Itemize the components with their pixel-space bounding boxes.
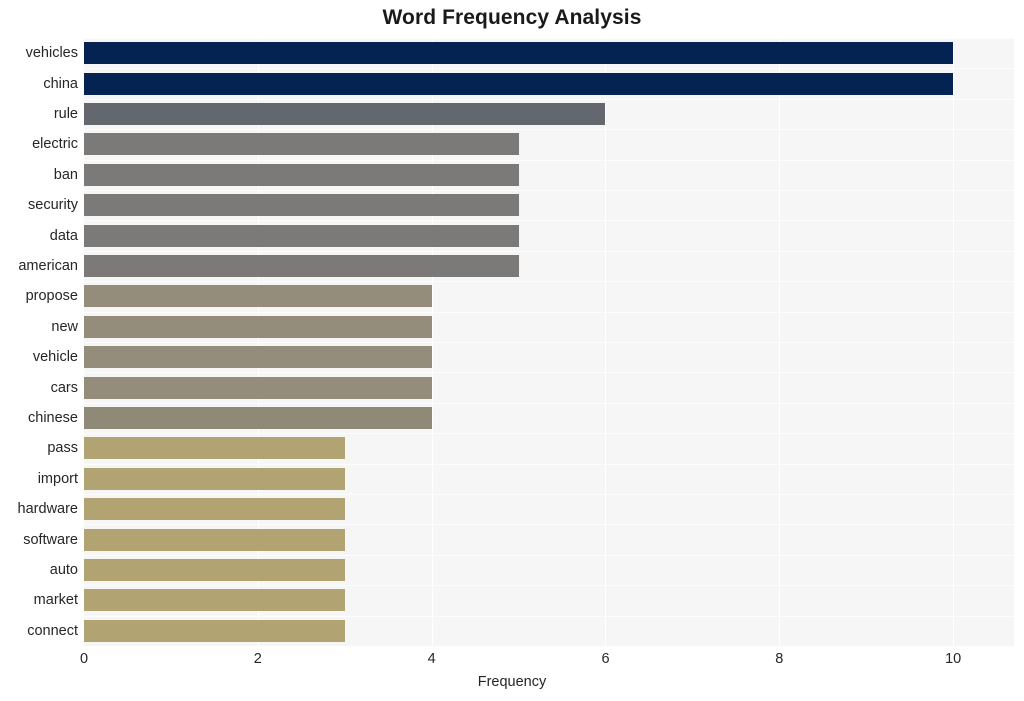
y-tick-label: hardware <box>17 501 78 518</box>
bar <box>84 589 345 612</box>
y-tick-label: china <box>43 75 78 92</box>
y-tick-label: connect <box>27 622 78 639</box>
plot-area <box>84 38 1014 646</box>
bar <box>84 467 345 490</box>
bar <box>84 194 519 217</box>
y-tick-label: propose <box>25 288 78 305</box>
y-tick-label: data <box>49 227 78 244</box>
bars-layer <box>84 38 1014 646</box>
bar <box>84 498 345 521</box>
y-tick-label: cars <box>50 379 78 396</box>
y-tick-label: security <box>28 197 78 214</box>
bar <box>84 72 954 95</box>
y-tick-label: rule <box>53 106 78 122</box>
bar <box>84 163 519 186</box>
bar <box>84 224 519 247</box>
bar <box>84 42 954 65</box>
bar <box>84 528 345 551</box>
y-tick-label: import <box>37 470 78 487</box>
y-tick-label: market <box>33 592 78 609</box>
bar <box>84 285 432 308</box>
y-tick-label: american <box>18 258 78 274</box>
bar <box>84 559 345 581</box>
word-frequency-chart: Word Frequency Analysis vehicles china rul… <box>0 0 1024 701</box>
bar <box>84 376 432 399</box>
bar <box>84 407 432 429</box>
y-tick-label: pass <box>47 440 78 457</box>
bar <box>84 255 519 277</box>
y-axis-tick-labels: vehicles china rule electric ban security data… <box>0 38 78 646</box>
bar <box>84 315 432 338</box>
y-tick-label: vehicle <box>32 349 78 366</box>
y-tick-label: electric <box>32 136 78 153</box>
x-tick-label: 6 <box>601 651 610 667</box>
x-axis-title: Frequency <box>477 674 547 690</box>
bar <box>84 619 345 642</box>
x-tick-label: 8 <box>775 651 784 667</box>
y-tick-label: auto <box>49 562 78 578</box>
y-tick-label: ban <box>53 166 78 183</box>
bar <box>84 133 519 156</box>
chart-title: Word Frequency Analysis <box>382 6 642 29</box>
bar <box>84 103 606 125</box>
x-tick-label: 0 <box>79 651 89 667</box>
y-tick-label: chinese <box>28 410 78 426</box>
y-tick-label: software <box>23 531 78 548</box>
x-tick-label: 10 <box>945 651 962 667</box>
y-tick-label: vehicles <box>25 45 78 62</box>
y-tick-label: new <box>51 318 78 335</box>
x-tick-label: 2 <box>253 651 262 667</box>
x-tick-label: 4 <box>427 651 436 667</box>
bar <box>84 437 345 460</box>
bar <box>84 346 432 369</box>
x-axis-tick-labels: 0 2 4 6 8 10 <box>0 651 1024 673</box>
